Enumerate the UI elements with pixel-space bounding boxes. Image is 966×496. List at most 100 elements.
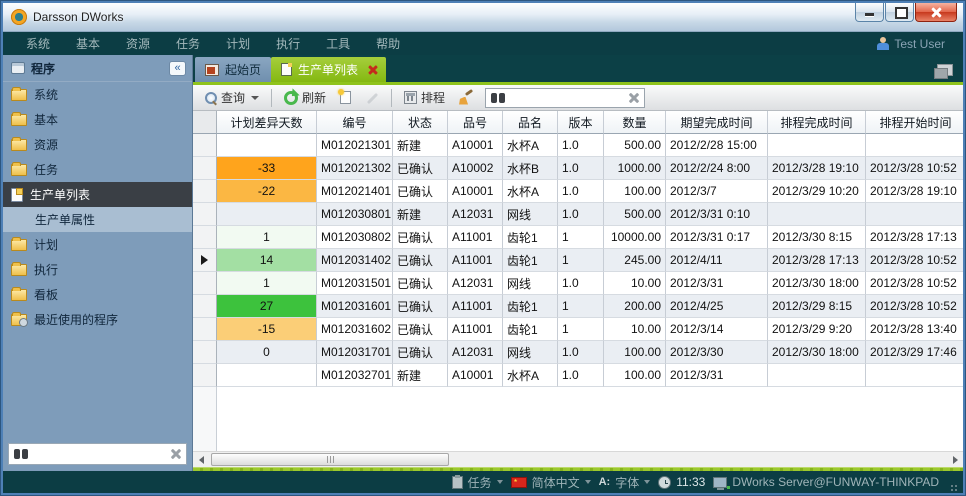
menu-item-0[interactable]: 系统 — [13, 35, 63, 52]
menu-item-4[interactable]: 计划 — [213, 35, 263, 52]
row-selector-cell[interactable] — [193, 341, 217, 364]
column-header-5[interactable]: 版本 — [558, 111, 604, 134]
cell-diff — [217, 134, 317, 157]
font-menu[interactable]: A: 字体 — [599, 474, 651, 491]
maximize-button[interactable] — [885, 3, 914, 22]
cell-no: M012021302 — [317, 157, 393, 180]
cell-qty: 10.00 — [604, 318, 666, 341]
sidebar-search-clear-icon[interactable] — [170, 449, 181, 460]
table-row[interactable]: 27M012031601已确认A11001齿轮11200.002012/4/25… — [193, 295, 963, 318]
language-label: 简体中文 — [532, 474, 580, 491]
user-menu[interactable]: Test User — [877, 37, 953, 51]
resize-grip[interactable] — [949, 483, 959, 493]
row-selector-cell[interactable] — [193, 157, 217, 180]
clean-button[interactable] — [454, 89, 479, 107]
column-header-3[interactable]: 品号 — [448, 111, 503, 134]
tab-list-icon[interactable] — [937, 64, 953, 76]
row-selector-cell[interactable] — [193, 203, 217, 226]
table-row[interactable]: -22M012021401已确认A10001水杯A1.0100.002012/3… — [193, 180, 963, 203]
column-header-0[interactable]: 计划差异天数 — [217, 111, 317, 134]
cell-name: 水杯A — [503, 134, 558, 157]
scroll-left-button[interactable] — [193, 453, 209, 467]
sidebar-item-5[interactable]: 生产单属性 — [3, 207, 192, 232]
menu-item-3[interactable]: 任务 — [163, 35, 213, 52]
new-button[interactable] — [335, 89, 356, 106]
table-row[interactable]: M012030801新建A12031网线1.0500.002012/3/31 0… — [193, 203, 963, 226]
row-selector-cell[interactable] — [193, 249, 217, 272]
refresh-button[interactable]: 刷新 — [279, 87, 331, 108]
sidebar-item-2[interactable]: 资源 — [3, 132, 192, 157]
cell-status: 已确认 — [393, 226, 448, 249]
sidebar-item-0[interactable]: 系统 — [3, 82, 192, 107]
row-selector-cell[interactable] — [193, 318, 217, 341]
tasks-dropdown-icon — [497, 480, 503, 484]
sidebar-item-7[interactable]: 执行 — [3, 257, 192, 282]
toolbar-search-input[interactable] — [510, 92, 623, 104]
sidebar-item-label: 任务 — [34, 161, 58, 178]
row-selector-cell[interactable] — [193, 364, 217, 387]
sidebar-item-9[interactable]: 最近使用的程序 — [3, 307, 192, 332]
sidebar-collapse-button[interactable]: « — [169, 61, 186, 76]
row-selector-cell[interactable] — [193, 134, 217, 157]
cell-no: M012031602 — [317, 318, 393, 341]
schedule-button[interactable]: 排程 — [399, 87, 450, 108]
row-selector-cell[interactable] — [193, 272, 217, 295]
tab-home[interactable]: 起始页 — [195, 57, 271, 82]
language-menu[interactable]: 简体中文 — [511, 474, 591, 491]
table-row[interactable]: 14M012031402已确认A11001齿轮11245.002012/4/11… — [193, 249, 963, 272]
cell-name: 水杯B — [503, 157, 558, 180]
column-header-9[interactable]: 排程开始时间 — [866, 111, 963, 134]
column-header-4[interactable]: 品名 — [503, 111, 558, 134]
tasks-menu[interactable]: 任务 — [452, 474, 503, 491]
tasks-icon — [452, 476, 463, 489]
column-header-6[interactable]: 数量 — [604, 111, 666, 134]
cell-status: 已确认 — [393, 272, 448, 295]
tab-close-icon[interactable] — [368, 65, 378, 75]
sidebar-search-input[interactable] — [28, 448, 170, 460]
row-selector-cell[interactable] — [193, 226, 217, 249]
row-selector-cell[interactable] — [193, 180, 217, 203]
table-row[interactable]: 1M012031501已确认A12031网线1.010.002012/3/312… — [193, 272, 963, 295]
sidebar-title: 程序 — [31, 60, 169, 77]
close-button[interactable] — [915, 3, 957, 22]
column-header-2[interactable]: 状态 — [393, 111, 448, 134]
table-row[interactable]: M012021301新建A10001水杯A1.0500.002012/2/28 … — [193, 134, 963, 157]
edit-button[interactable] — [360, 89, 384, 107]
sidebar-item-6[interactable]: 计划 — [3, 232, 192, 257]
cell-end: 2012/3/30 8:15 — [768, 226, 866, 249]
menu-item-2[interactable]: 资源 — [113, 35, 163, 52]
sidebar-item-8[interactable]: 看板 — [3, 282, 192, 307]
table-row[interactable]: -15M012031602已确认A11001齿轮1110.002012/3/14… — [193, 318, 963, 341]
production-order-table: 计划差异天数编号状态品号品名版本数量期望完成时间排程完成时间排程开始时间前M01… — [193, 111, 963, 451]
sidebar-item-1[interactable]: 基本 — [3, 107, 192, 132]
cell-no: M012030801 — [317, 203, 393, 226]
scroll-right-button[interactable] — [947, 453, 963, 467]
scrollbar-track[interactable] — [209, 453, 947, 467]
toolbar-search-clear-icon[interactable] — [628, 92, 639, 103]
sidebar-item-4[interactable]: 生产单列表 — [3, 182, 192, 207]
document-icon — [281, 63, 292, 76]
cell-diff: 1 — [217, 272, 317, 295]
menu-item-5[interactable]: 执行 — [263, 35, 313, 52]
sidebar-item-3[interactable]: 任务 — [3, 157, 192, 182]
menu-item-1[interactable]: 基本 — [63, 35, 113, 52]
scrollbar-thumb[interactable] — [211, 453, 449, 466]
table-row[interactable]: 0M012031701已确认A12031网线1.0100.002012/3/30… — [193, 341, 963, 364]
menu-item-7[interactable]: 帮助 — [363, 35, 413, 52]
table-row[interactable]: M012032701新建A10001水杯A1.0100.002012/3/31 — [193, 364, 963, 387]
menu-item-6[interactable]: 工具 — [313, 35, 363, 52]
cell-no: M012031601 — [317, 295, 393, 318]
column-header-8[interactable]: 排程完成时间 — [768, 111, 866, 134]
cell-pn: A12031 — [448, 203, 503, 226]
table-empty-area — [193, 387, 963, 451]
column-header-1[interactable]: 编号 — [317, 111, 393, 134]
row-selector-cell[interactable] — [193, 295, 217, 318]
cell-no: M012030802 — [317, 226, 393, 249]
minimize-button[interactable] — [855, 3, 884, 22]
sidebar-search-box — [8, 443, 187, 465]
table-row[interactable]: 1M012030802已确认A11001齿轮1110000.002012/3/3… — [193, 226, 963, 249]
tab-production-order-list[interactable]: 生产单列表 — [271, 57, 386, 82]
query-button[interactable]: 查询 — [199, 87, 264, 108]
column-header-7[interactable]: 期望完成时间 — [666, 111, 768, 134]
table-row[interactable]: -33M012021302已确认A10002水杯B1.01000.002012/… — [193, 157, 963, 180]
